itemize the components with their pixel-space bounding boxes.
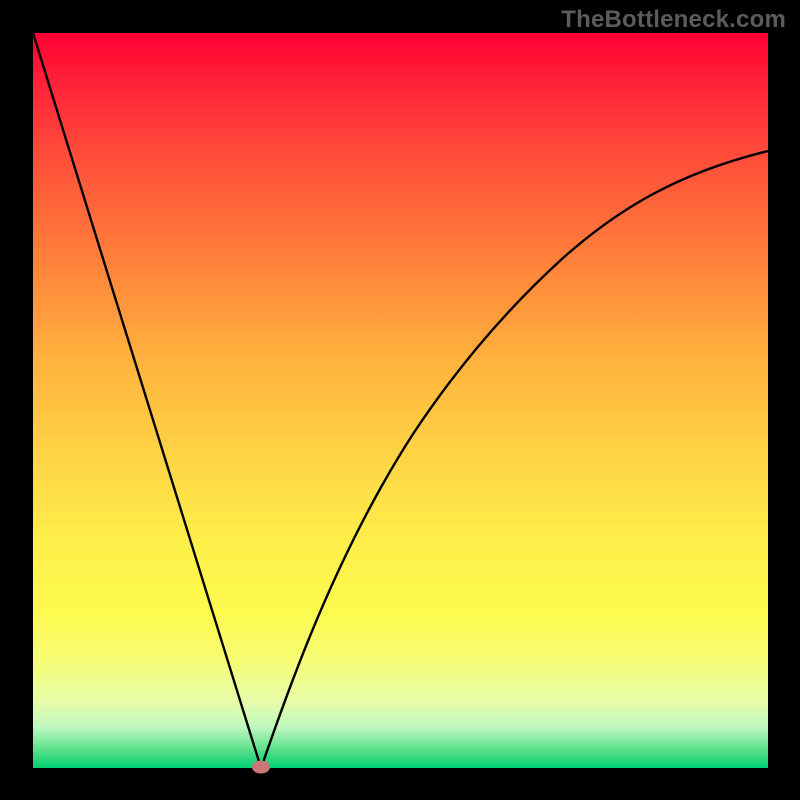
minimum-marker <box>252 761 270 774</box>
curve-path <box>33 33 768 768</box>
plot-area <box>33 33 768 768</box>
chart-frame: TheBottleneck.com <box>0 0 800 800</box>
watermark-text: TheBottleneck.com <box>561 6 786 34</box>
bottleneck-curve <box>33 33 768 768</box>
